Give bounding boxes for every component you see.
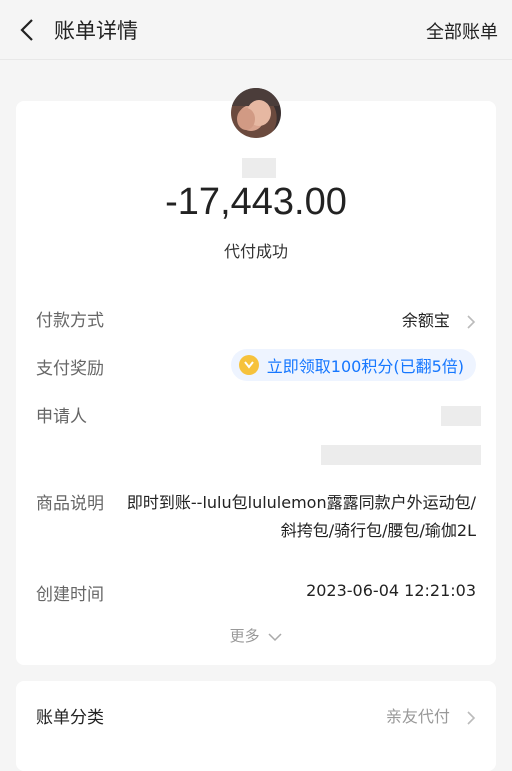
claim-reward-button[interactable]: 立即领取100积分(已翻5倍) <box>230 349 476 381</box>
bill-detail-card: -17,443.00 代付成功 付款方式 余额宝 支付奖励 立即领取100积分(… <box>16 88 496 665</box>
avatar <box>231 88 281 138</box>
chevron-down-icon <box>268 632 282 641</box>
more-button[interactable]: 更多 <box>16 625 496 646</box>
top-bar: 账单详情 全部账单 <box>0 0 512 60</box>
category-value: 亲友代付 <box>385 707 450 726</box>
redacted-applicant <box>441 406 481 426</box>
amount: -17,443.00 <box>165 181 347 223</box>
payment-method-value: 余额宝 <box>401 311 450 330</box>
back-button[interactable] <box>12 14 42 46</box>
chevron-right-icon <box>467 710 476 725</box>
product-description: 即时到账--lulu包lululemon露露同款户外运动包/斜挎包/骑行包/腰包… <box>126 493 476 540</box>
applicant-label: 申请人 <box>36 407 87 427</box>
payment-method-row[interactable]: 余额宝 <box>402 307 476 331</box>
product-label: 商品说明 <box>36 494 104 514</box>
redacted-applicant-detail <box>321 445 481 465</box>
category-card: 账单分类 亲友代付 <box>16 681 496 771</box>
created-time-label: 创建时间 <box>36 585 104 605</box>
payment-method-label: 付款方式 <box>36 311 104 331</box>
more-label: 更多 <box>229 627 260 645</box>
reward-text: 立即领取100积分(已翻5倍) <box>266 357 464 376</box>
category-label: 账单分类 <box>36 708 104 728</box>
all-bills-link[interactable]: 全部账单 <box>426 18 498 44</box>
coin-icon <box>238 355 259 375</box>
category-row[interactable]: 亲友代付 <box>386 703 476 727</box>
page-title: 账单详情 <box>54 19 138 43</box>
chevron-right-icon <box>467 314 476 329</box>
status-text: 代付成功 <box>223 242 288 261</box>
created-time-value: 2023-06-04 12:21:03 <box>306 581 476 600</box>
back-arrow-icon <box>20 19 33 41</box>
reward-label: 支付奖励 <box>36 359 104 379</box>
redacted-name <box>242 158 276 178</box>
